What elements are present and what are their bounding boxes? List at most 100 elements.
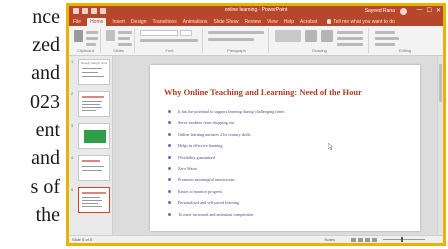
current-slide[interactable]: Why Online Teaching and Learning: Need o… [150,65,420,231]
group-font: Font [137,28,203,53]
slide-bullet-list[interactable]: It has the potential to support learning… [168,108,284,222]
thumbnail-line [82,203,98,204]
tab-insert[interactable]: Insert [112,19,125,25]
thumbnail-line [82,76,104,77]
thumbnail-line [82,200,102,201]
thumbnail-slide-5[interactable]: 5 [71,187,111,217]
font-name-box[interactable] [140,30,178,36]
tab-home[interactable]: Home [87,17,107,26]
scrollbar-thumb[interactable] [439,64,442,102]
slideshow-view-icon[interactable] [372,238,377,242]
thumbnail-image[interactable] [78,123,110,149]
bullet-item: Zero Waste [168,165,284,176]
maximize-button[interactable]: ☐ [427,7,432,14]
tab-design[interactable]: Design [131,19,147,25]
ribbon-tabs: File Home Insert Design Transitions Anim… [69,17,443,26]
tab-slide-show[interactable]: Slide Show [214,19,239,25]
tell-me-box[interactable]: Tell me what you want to do [327,19,395,25]
thumbnail-image[interactable] [78,91,110,117]
slide-title[interactable]: Why Online Teaching and Learning: Need o… [164,87,414,97]
tab-review[interactable]: Review [245,19,261,25]
tab-view[interactable]: View [267,19,278,25]
font-format-buttons[interactable] [140,39,198,42]
layout-button[interactable] [118,31,132,34]
bullet-icon [168,212,171,216]
bullet-icon [168,189,171,193]
tab-transitions[interactable]: Transitions [153,19,177,25]
tab-file[interactable]: File [73,19,81,25]
thumbnail-image[interactable]: Design Margin Smart [78,59,110,85]
new-slide-icon[interactable] [106,30,115,41]
thumbnail-line [82,104,100,105]
close-button[interactable]: ✕ [436,7,441,14]
quick-styles-icon[interactable] [321,30,333,42]
thumbnail-slide-2[interactable]: 2 [71,91,111,121]
tab-acrobat[interactable]: Acrobat [300,19,317,25]
thumbnail-slide-1[interactable]: 1 Design Margin Smart [71,59,111,89]
doc-line: s of [30,176,60,198]
doc-line: nce [32,6,60,28]
find-button[interactable] [375,31,395,34]
group-label: Editing [398,48,412,53]
group-label: Clipboard [76,48,95,53]
slide-sorter-icon[interactable] [358,238,363,242]
copy-button[interactable] [86,37,98,40]
group-slides: Slides [103,28,135,53]
paste-icon[interactable] [74,30,83,42]
bullet-item: Helps in effective learning [168,142,284,153]
document-text-fragment: nce zed and 023 ent and s of the [0,0,66,249]
select-button[interactable] [375,43,395,46]
font-size-box[interactable] [180,30,192,36]
vertical-scrollbar[interactable] [437,56,443,235]
bullet-text: Easier to monitor progress [178,188,223,194]
shapes-gallery[interactable] [275,30,301,42]
thumbnail-line [82,72,98,73]
bullet-text: Flexibility guaranteed [178,154,215,160]
bullet-item: Online learning nurtures 21st century sk… [168,131,284,142]
group-paragraph: Paragraph [205,28,269,53]
thumbnail-slide-4[interactable]: 4 [71,155,111,185]
bullet-text: Online learning nurtures 21st century sk… [178,131,251,137]
align-buttons[interactable] [208,38,254,41]
shape-effects-button[interactable] [337,43,363,46]
cut-button[interactable] [86,31,98,34]
thumbnail-slide-3[interactable]: 3 [71,123,111,153]
zoom-slider-knob[interactable] [401,237,403,242]
section-button[interactable] [118,43,132,46]
thumbnail-line [82,206,102,207]
shape-outline-button[interactable] [337,37,363,40]
shape-fill-button[interactable] [337,31,363,34]
doc-line: zed [32,34,60,56]
group-label: Font [165,48,174,53]
list-buttons[interactable] [208,31,264,34]
bullet-item: It has the potential to support learning… [168,108,284,119]
bullet-icon [168,132,171,136]
arrange-icon[interactable] [305,30,317,42]
doc-line: ent [35,119,60,141]
thumbnail-number: 1 [71,59,74,64]
tab-help[interactable]: Help [284,19,294,25]
normal-view-icon[interactable] [351,238,356,242]
thumbnail-title-line [82,96,104,98]
thumbnail-image[interactable] [78,155,110,181]
replace-button[interactable] [375,37,399,40]
powerpoint-window: online learning - PowerPoint Sayeed Rana… [69,6,443,243]
notes-button[interactable]: Notes [325,237,335,242]
user-name[interactable]: Sayeed Rana [365,8,395,14]
minimize-button[interactable]: — [417,7,423,14]
format-painter-button[interactable] [86,43,96,46]
reading-view-icon[interactable] [365,238,370,242]
thumbnail-image-selected[interactable] [78,187,110,213]
bullet-text: Promotes meaningful interactions [178,177,235,183]
bullet-text: Serve students from dropping out [178,120,235,126]
reset-button[interactable] [118,37,130,40]
thumbnail-line [82,110,96,111]
thumbnail-line [82,107,102,108]
zoom-slider[interactable] [383,237,425,242]
slide-editing-area: Why Online Teaching and Learning: Need o… [113,56,443,235]
group-label: Drawing [312,48,327,53]
group-clipboard: Clipboard [71,28,101,53]
group-drawing: Drawing [271,28,369,53]
tab-animations[interactable]: Animations [183,19,208,25]
avatar[interactable] [400,8,407,15]
